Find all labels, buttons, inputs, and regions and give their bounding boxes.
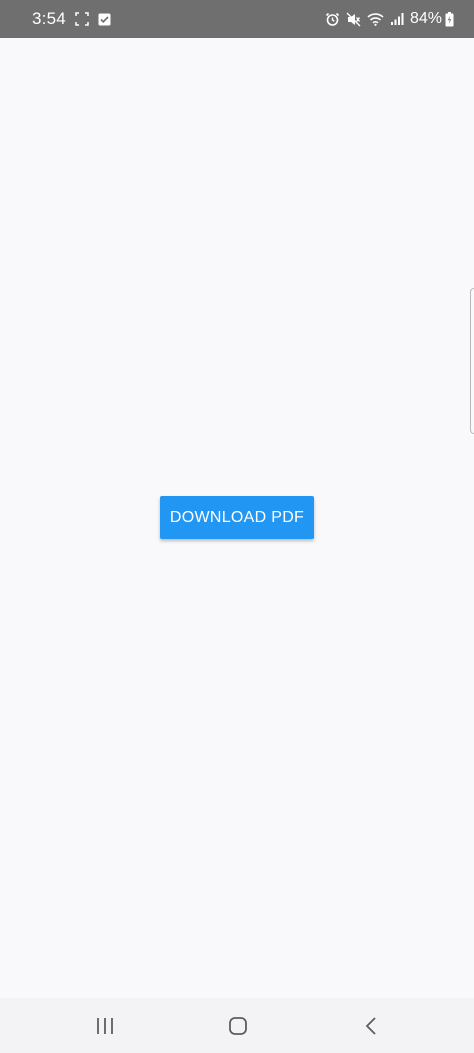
battery-icon	[445, 11, 454, 26]
home-icon	[229, 1017, 247, 1035]
alarm-icon	[325, 12, 340, 26]
status-time: 3:54	[32, 9, 66, 28]
back-button[interactable]	[351, 1008, 391, 1044]
main-content: DOWNLOAD PDF	[0, 38, 474, 998]
battery-percent: 84%	[409, 10, 442, 27]
status-left: 3:54	[32, 9, 111, 29]
checkbox-notification-icon	[98, 13, 111, 25]
mute-icon	[346, 12, 361, 26]
download-pdf-button[interactable]: DOWNLOAD PDF	[160, 496, 314, 539]
screenshot-icon	[75, 12, 89, 26]
status-right: 84%	[325, 10, 460, 28]
recent-apps-icon	[97, 1018, 113, 1034]
back-icon	[365, 1017, 376, 1035]
signal-icon	[390, 13, 404, 25]
recent-apps-button[interactable]	[85, 1008, 125, 1044]
home-button[interactable]	[218, 1008, 258, 1044]
navigation-bar	[0, 998, 474, 1053]
status-bar: 3:54 84%	[0, 0, 474, 38]
wifi-icon	[367, 13, 384, 26]
edge-panel-handle[interactable]	[470, 288, 474, 434]
